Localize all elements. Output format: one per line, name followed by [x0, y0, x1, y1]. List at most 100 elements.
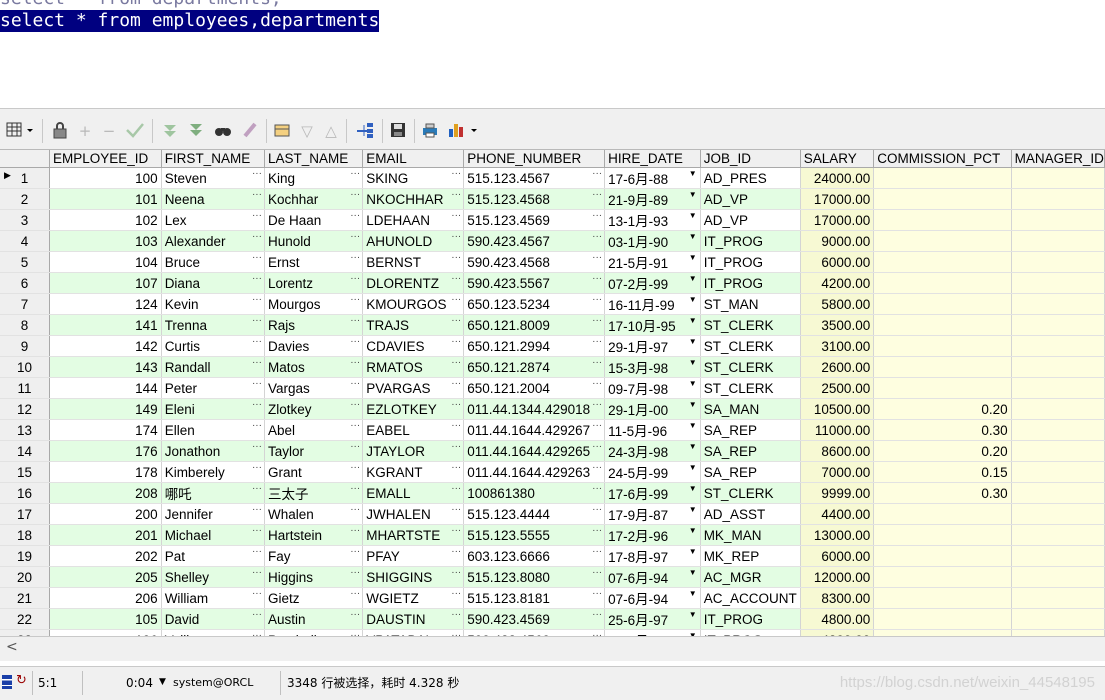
table-cell[interactable]: 205 [49, 566, 162, 588]
table-cell[interactable]: Taylor ··· [264, 440, 364, 462]
table-row[interactable]: 10 143 Randall ··· Matos ··· RMATOS ··· 650.121.… [0, 356, 1105, 378]
cell-editor-ellipsis-icon[interactable]: ··· [451, 273, 461, 284]
table-cell[interactable]: SA_REP [700, 461, 801, 483]
cell-editor-ellipsis-icon[interactable]: ··· [252, 441, 262, 452]
table-cell[interactable]: 6000.00 [800, 251, 875, 273]
find-icon[interactable] [212, 121, 234, 141]
cell-editor-ellipsis-icon[interactable]: ··· [252, 294, 262, 305]
table-cell[interactable]: Trenna ··· [161, 314, 265, 336]
cell-editor-ellipsis-icon[interactable]: ··· [252, 420, 262, 431]
table-cell[interactable]: 176 [49, 440, 162, 462]
table-cell[interactable] [1011, 314, 1105, 336]
export-tree-icon[interactable] [354, 121, 376, 141]
table-cell[interactable]: Gietz ··· [264, 587, 364, 609]
cell-editor-ellipsis-icon[interactable]: ··· [592, 462, 602, 473]
cell-editor-ellipsis-icon[interactable]: ··· [451, 294, 461, 305]
cell-editor-ellipsis-icon[interactable]: ··· [350, 231, 360, 242]
table-cell[interactable]: IT_PROG [700, 608, 801, 630]
table-cell[interactable]: 17-10月-95 ▼ [604, 314, 701, 336]
date-dropdown-icon[interactable]: ▼ [689, 421, 697, 430]
cell-editor-ellipsis-icon[interactable]: ··· [350, 252, 360, 263]
table-cell[interactable]: 24000.00 [800, 167, 875, 189]
table-cell[interactable]: 17000.00 [800, 188, 875, 210]
table-cell[interactable]: 13-1月-93 ▼ [604, 209, 701, 231]
cell-editor-ellipsis-icon[interactable]: ··· [592, 357, 602, 368]
cell-editor-ellipsis-icon[interactable]: ··· [451, 315, 461, 326]
refresh-icon[interactable]: ↻ [16, 673, 27, 688]
table-cell[interactable]: 144 [49, 377, 162, 399]
table-cell[interactable]: 0.30 [873, 482, 1012, 504]
column-header[interactable]: FIRST_NAME [161, 150, 265, 168]
cell-editor-ellipsis-icon[interactable]: ··· [592, 567, 602, 578]
table-cell[interactable]: 515.123.4569 ··· [463, 209, 606, 231]
cell-editor-ellipsis-icon[interactable]: ··· [252, 252, 262, 263]
table-cell[interactable] [873, 545, 1012, 567]
table-row[interactable]: 5 104 Bruce ··· Ernst ··· BERNST ··· 590.423.456… [0, 251, 1105, 273]
cell-editor-ellipsis-icon[interactable]: ··· [350, 399, 360, 410]
cell-editor-ellipsis-icon[interactable]: ··· [252, 483, 262, 494]
date-dropdown-icon[interactable]: ▼ [689, 610, 697, 619]
table-cell[interactable]: TRAJS ··· [362, 314, 465, 336]
table-cell[interactable]: 011.44.1644.429263 ··· [463, 461, 606, 483]
table-cell[interactable]: David ··· [161, 608, 265, 630]
lock-icon[interactable] [50, 121, 70, 141]
cell-editor-ellipsis-icon[interactable]: ··· [592, 441, 602, 452]
cell-editor-ellipsis-icon[interactable]: ··· [252, 336, 262, 347]
table-cell[interactable]: Grant ··· [264, 461, 364, 483]
table-cell[interactable]: BERNST ··· [362, 251, 465, 273]
table-cell[interactable]: 104 [49, 251, 162, 273]
table-cell[interactable]: 5800.00 [800, 293, 875, 315]
table-cell[interactable]: Michael ··· [161, 524, 265, 546]
table-cell[interactable]: 603.123.6666 ··· [463, 545, 606, 567]
table-cell[interactable] [1011, 482, 1105, 504]
table-cell[interactable]: Shelley ··· [161, 566, 265, 588]
cell-editor-ellipsis-icon[interactable]: ··· [451, 168, 461, 179]
table-row[interactable]: 9 142 Curtis ··· Davies ··· CDAVIES ··· 650.121.… [0, 335, 1105, 357]
table-row[interactable]: 13 174 Ellen ··· Abel ··· EABEL ··· 011.44.1644.… [0, 419, 1105, 441]
date-dropdown-icon[interactable]: ▼ [689, 400, 697, 409]
table-cell[interactable] [873, 188, 1012, 210]
table-cell[interactable]: 105 [49, 608, 162, 630]
table-cell[interactable]: DLORENTZ ··· [362, 272, 465, 294]
column-header[interactable]: COMMISSION_PCT [873, 150, 1012, 168]
table-cell[interactable]: 100861380 ··· [463, 482, 606, 504]
table-cell[interactable]: 4200.00 [800, 272, 875, 294]
table-cell[interactable]: 15-3月-98 ▼ [604, 356, 701, 378]
table-cell[interactable]: JTAYLOR ··· [362, 440, 465, 462]
connection-dropdown-icon[interactable]: ▼ [159, 677, 166, 687]
table-cell[interactable]: PVARGAS ··· [362, 377, 465, 399]
table-cell[interactable]: 141 [49, 314, 162, 336]
table-cell[interactable]: SHIGGINS ··· [362, 566, 465, 588]
table-cell[interactable]: Zlotkey ··· [264, 398, 364, 420]
table-cell[interactable]: AC_ACCOUNT [700, 587, 801, 609]
table-cell[interactable]: Kevin ··· [161, 293, 265, 315]
cell-editor-ellipsis-icon[interactable]: ··· [350, 462, 360, 473]
table-cell[interactable]: ST_CLERK [700, 377, 801, 399]
cell-editor-ellipsis-icon[interactable]: ··· [252, 273, 262, 284]
table-cell[interactable]: Kimberely ··· [161, 461, 265, 483]
table-cell[interactable]: 174 [49, 419, 162, 441]
table-row[interactable]: 4 103 Alexander ··· Hunold ··· AHUNOLD ··· 590.4… [0, 230, 1105, 252]
table-cell[interactable] [873, 608, 1012, 630]
cell-editor-ellipsis-icon[interactable]: ··· [592, 399, 602, 410]
table-cell[interactable]: 17-6月-99 ▼ [604, 482, 701, 504]
cell-editor-ellipsis-icon[interactable]: ··· [350, 588, 360, 599]
table-cell[interactable] [1011, 272, 1105, 294]
table-cell[interactable]: 208 [49, 482, 162, 504]
table-cell[interactable] [1011, 608, 1105, 630]
grid-menu-icon[interactable] [4, 121, 36, 141]
table-cell[interactable]: IT_PROG [700, 230, 801, 252]
cell-editor-ellipsis-icon[interactable]: ··· [350, 357, 360, 368]
date-dropdown-icon[interactable]: ▼ [689, 253, 697, 262]
table-cell[interactable]: EZLOTKEY ··· [362, 398, 465, 420]
date-dropdown-icon[interactable]: ▼ [689, 337, 697, 346]
table-cell[interactable]: 101 [49, 188, 162, 210]
table-cell[interactable]: 17-8月-97 ▼ [604, 545, 701, 567]
cell-editor-ellipsis-icon[interactable]: ··· [451, 231, 461, 242]
table-cell[interactable]: PFAY ··· [362, 545, 465, 567]
table-cell[interactable]: 09-7月-98 ▼ [604, 377, 701, 399]
table-cell[interactable] [1011, 503, 1105, 525]
cell-editor-ellipsis-icon[interactable]: ··· [451, 609, 461, 620]
table-cell[interactable]: King ··· [264, 167, 364, 189]
table-row[interactable]: 17 200 Jennifer ··· Whalen ··· JWHALEN ··· 515.1… [0, 503, 1105, 525]
